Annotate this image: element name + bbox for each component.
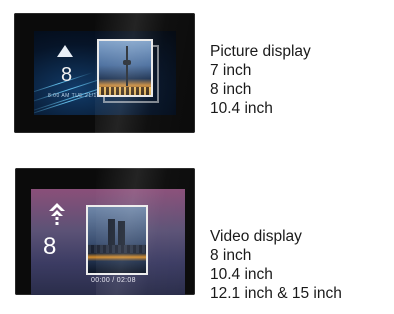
video-display-frame-image: 8 00:00 / 02:08 [15,168,195,295]
triangle-logo-icon [57,45,73,57]
video-time-text: 00:00 / 02:08 [91,277,136,284]
tower-photo [97,39,153,97]
screen-number: 8 [61,64,73,86]
picture-display-frame-image: 8 8:00 AM TUE 21/10 [14,13,195,133]
size-option: 12.1 inch & 15 inch [210,285,342,302]
product-title: Video display [210,228,302,245]
product-title: Picture display [210,43,311,60]
picture-display-screen: 8 8:00 AM TUE 21/10 [34,31,176,115]
size-option: 10.4 inch [210,266,273,283]
screen-clock-text: 8:00 AM TUE 21/10 [48,93,101,99]
screen-number: 8 [43,233,57,260]
arrow-logo-icon [49,203,65,225]
twin-towers-photo [86,205,148,275]
video-display-screen: 8 00:00 / 02:08 [31,189,185,295]
picture-display-caption: Picture display 7 inch 8 inch 10.4 inch [210,42,311,118]
size-option: 8 inch [210,247,252,264]
size-option: 7 inch [210,62,252,79]
video-display-caption: Video display 8 inch 10.4 inch 12.1 inch… [210,227,342,303]
size-option: 8 inch [210,81,252,98]
size-option: 10.4 inch [210,100,273,117]
